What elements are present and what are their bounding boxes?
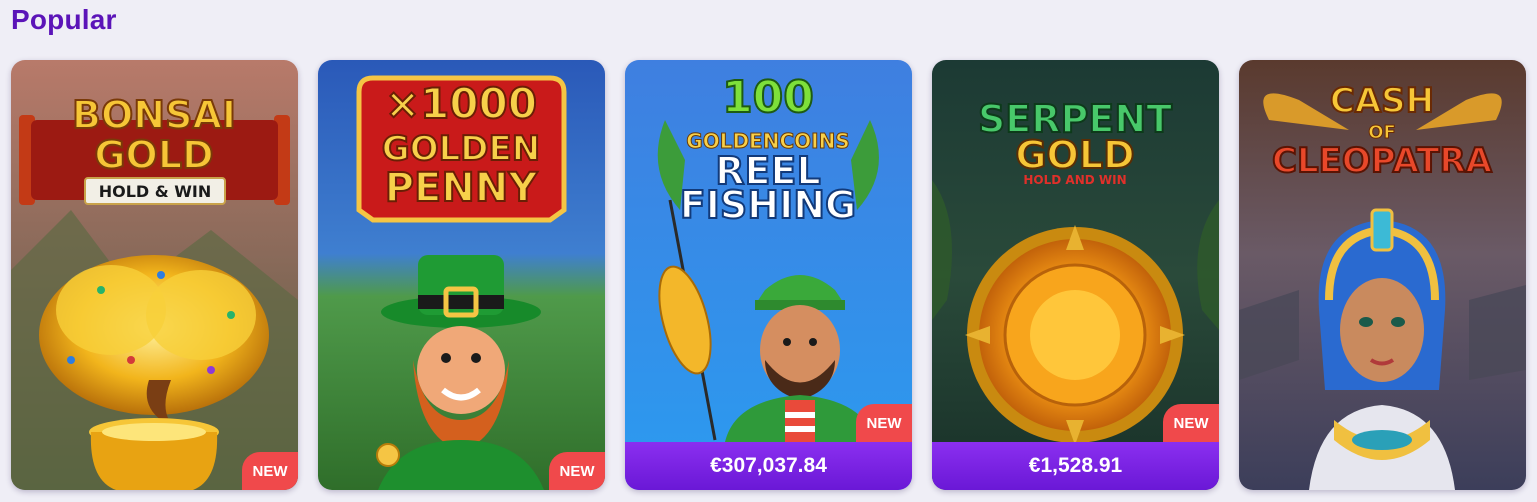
- game-carousel: BONSAI GOLD HOLD & WIN NEW ×1000 GOLDEN …: [11, 60, 1526, 490]
- logo-line-4: FISHING: [680, 183, 856, 227]
- new-badge: NEW: [242, 452, 298, 490]
- logo-line-3: CLEOPATRA: [1272, 141, 1493, 181]
- logo-line-2: GOLD: [94, 133, 213, 177]
- game-card-bonsai-gold[interactable]: BONSAI GOLD HOLD & WIN NEW: [11, 60, 298, 490]
- new-badge: NEW: [856, 404, 912, 442]
- game-card-cash-of-cleopatra[interactable]: CASH OF CLEOPATRA: [1239, 60, 1526, 490]
- logo-line-1: BONSAI: [72, 93, 236, 137]
- logo-line-1: 100: [722, 72, 814, 123]
- bonsai-gold-artwork: BONSAI GOLD HOLD & WIN: [11, 60, 298, 490]
- new-badge: NEW: [1163, 404, 1219, 442]
- logo-line-3: HOLD & WIN: [99, 182, 212, 201]
- game-card-reel-fishing[interactable]: 100 GOLDENCOINS REEL FISHING NEW €307,03…: [625, 60, 912, 490]
- logo-line-2: GOLDEN: [382, 129, 540, 169]
- logo-line-1: ×1000: [385, 79, 537, 128]
- jackpot-amount: €1,528.91: [932, 442, 1219, 490]
- section-title: Popular: [11, 4, 117, 35]
- game-card-serpent-gold[interactable]: SERPENT GOLD HOLD AND WIN NEW €1,528.91: [932, 60, 1219, 490]
- new-badge: NEW: [549, 452, 605, 490]
- logo-line-3: PENNY: [385, 165, 539, 211]
- cash-of-cleopatra-artwork: CASH OF CLEOPATRA: [1239, 60, 1526, 490]
- game-card-golden-penny[interactable]: ×1000 GOLDEN PENNY NEW: [318, 60, 605, 490]
- logo-line-2: GOLD: [1015, 133, 1134, 177]
- logo-line-2: OF: [1368, 122, 1396, 143]
- jackpot-amount: €307,037.84: [625, 442, 912, 490]
- golden-penny-artwork: ×1000 GOLDEN PENNY: [318, 60, 605, 490]
- logo-line-3: HOLD AND WIN: [1023, 173, 1126, 187]
- logo-line-1: CASH: [1330, 81, 1434, 121]
